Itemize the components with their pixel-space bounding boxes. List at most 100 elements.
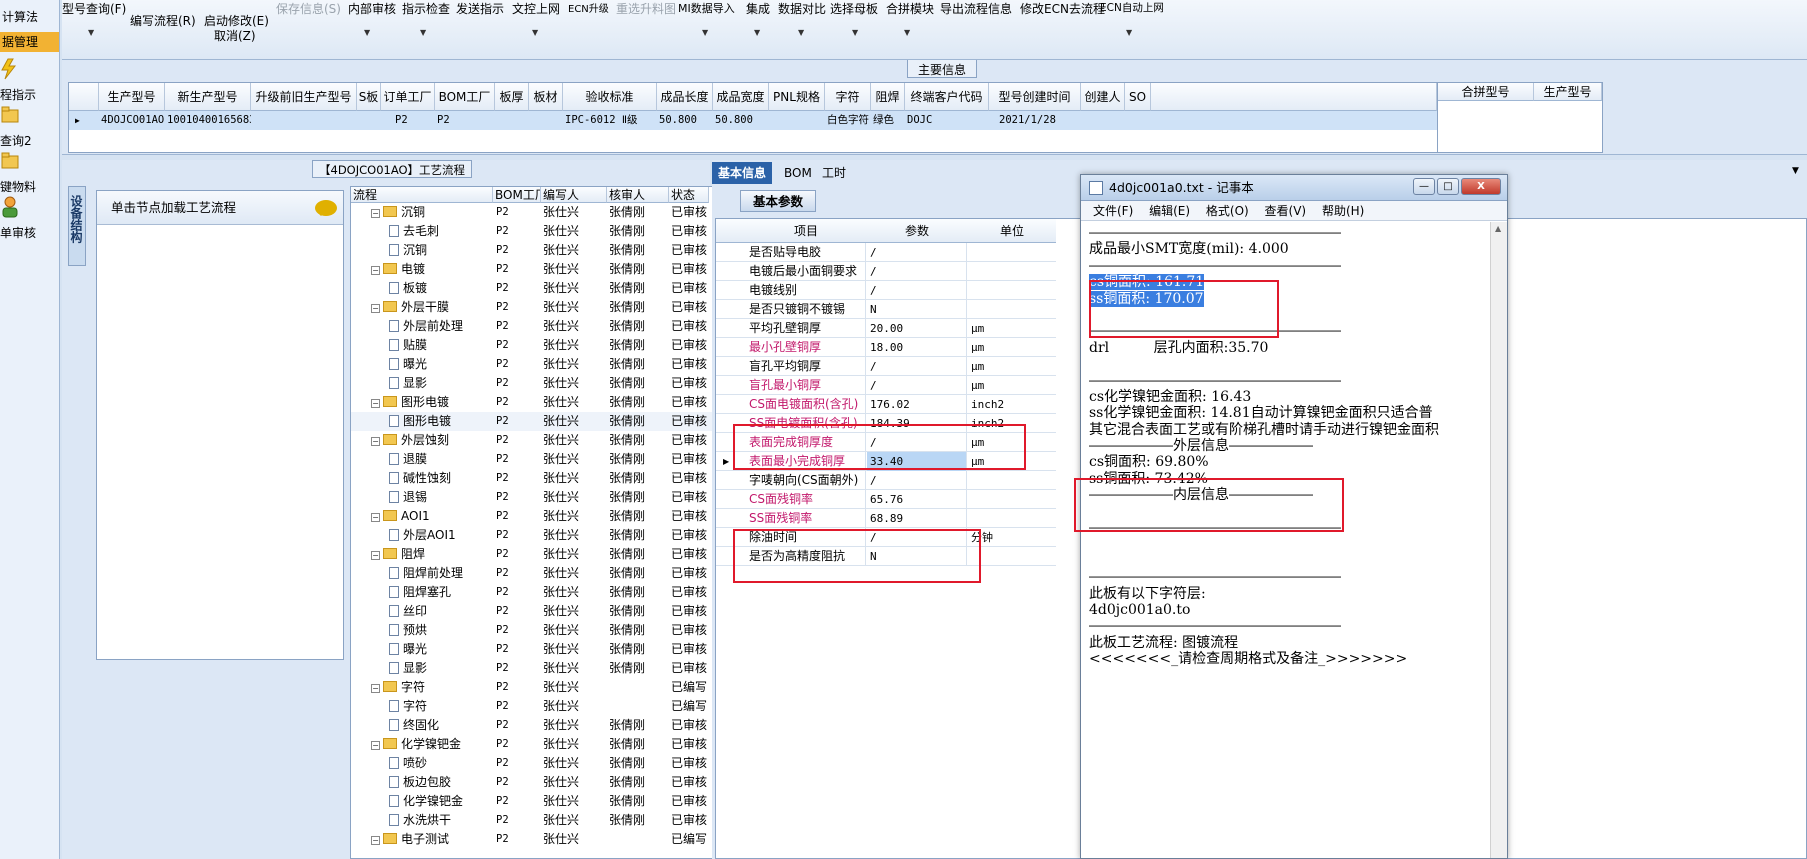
tree-cell-writer[interactable]: 张仕兴 bbox=[543, 583, 605, 602]
tree-cell-factory[interactable]: P2 bbox=[496, 431, 541, 450]
tree-cell-status[interactable]: 已审核 bbox=[671, 621, 709, 640]
tree-cell-status[interactable]: 已审核 bbox=[671, 716, 709, 735]
table-cell[interactable]: 10010400165683 bbox=[165, 111, 251, 130]
column-header[interactable]: 编写人 bbox=[541, 187, 607, 203]
tree-cell-writer[interactable]: 张仕兴 bbox=[543, 241, 605, 260]
collapse-icon[interactable]: − bbox=[371, 209, 380, 218]
tree-node-name[interactable]: − 图形电镀 bbox=[371, 393, 493, 412]
column-header[interactable]: 创建人 bbox=[1081, 83, 1125, 111]
tree-cell-writer[interactable]: 张仕兴 bbox=[543, 469, 605, 488]
tree-row[interactable]: 显影 P2 张仕兴 张倩刚 已审核 bbox=[351, 659, 759, 678]
collapse-icon[interactable]: − bbox=[371, 684, 380, 693]
param-value[interactable]: 184.39 bbox=[867, 414, 967, 433]
param-row[interactable]: 电镀后最小面铜要求 / bbox=[716, 262, 1056, 281]
column-header[interactable]: 生产型号 bbox=[99, 83, 165, 111]
column-header[interactable]: S板 bbox=[357, 83, 381, 111]
tree-node-name[interactable]: 板边包胶 bbox=[389, 773, 493, 792]
chevron-down-icon[interactable]: ▼ bbox=[532, 28, 538, 37]
tree-cell-writer[interactable]: 张仕兴 bbox=[543, 678, 605, 697]
column-header[interactable]: SO bbox=[1125, 83, 1151, 111]
param-value[interactable]: / bbox=[867, 357, 967, 376]
param-value[interactable]: 33.40 bbox=[867, 452, 967, 471]
column-header[interactable]: 板材 bbox=[529, 83, 563, 111]
tree-row[interactable]: − 外层蚀刻 P2 张仕兴 张倩刚 已审核 bbox=[351, 431, 759, 450]
tree-node-name[interactable]: − 阻焊 bbox=[371, 545, 493, 564]
tree-cell-writer[interactable]: 张仕兴 bbox=[543, 659, 605, 678]
column-header[interactable]: 生产型号 bbox=[1534, 83, 1602, 101]
tree-row[interactable]: − 外层干膜 P2 张仕兴 张倩刚 已审核 bbox=[351, 298, 759, 317]
export-process-button[interactable]: 导出流程信息 bbox=[940, 0, 1012, 17]
tree-cell-reviewer[interactable]: 张倩刚 bbox=[609, 773, 667, 792]
collapse-icon[interactable]: − bbox=[371, 513, 380, 522]
tree-row[interactable]: 图形电镀 P2 张仕兴 张倩刚 已审核 bbox=[351, 412, 759, 431]
data-compare-button[interactable]: 数据对比 bbox=[778, 0, 826, 17]
param-value[interactable]: 68.89 bbox=[867, 509, 967, 528]
tree-cell-reviewer[interactable] bbox=[609, 678, 667, 697]
tree-cell-writer[interactable]: 张仕兴 bbox=[543, 507, 605, 526]
tree-cell-factory[interactable]: P2 bbox=[496, 621, 541, 640]
tree-node-name[interactable]: 碱性蚀刻 bbox=[389, 469, 493, 488]
tree-cell-status[interactable]: 已审核 bbox=[671, 260, 709, 279]
tree-row[interactable]: 丝印 P2 张仕兴 张倩刚 已审核 bbox=[351, 602, 759, 621]
tree-cell-status[interactable]: 已审核 bbox=[671, 659, 709, 678]
tree-cell-factory[interactable]: P2 bbox=[496, 450, 541, 469]
tree-node-name[interactable]: 曝光 bbox=[389, 640, 493, 659]
tree-row[interactable]: 曝光 P2 张仕兴 张倩刚 已审核 bbox=[351, 640, 759, 659]
tree-cell-status[interactable]: 已审核 bbox=[671, 203, 709, 222]
tree-row[interactable]: 板边包胶 P2 张仕兴 张倩刚 已审核 bbox=[351, 773, 759, 792]
tree-cell-factory[interactable]: P2 bbox=[496, 678, 541, 697]
tree-node-name[interactable]: − 字符 bbox=[371, 678, 493, 697]
tree-row[interactable]: − 电子测试 P2 张仕兴 已编写 bbox=[351, 830, 759, 849]
menu-format[interactable]: 格式(O) bbox=[1206, 204, 1249, 218]
select-mother-board-button[interactable]: 选择母板 bbox=[830, 0, 878, 17]
tree-cell-reviewer[interactable]: 张倩刚 bbox=[609, 450, 667, 469]
tree-cell-writer[interactable]: 张仕兴 bbox=[543, 222, 605, 241]
tree-node-name[interactable]: − 电子测试 bbox=[371, 830, 493, 849]
param-value[interactable]: N bbox=[867, 547, 967, 566]
param-row[interactable]: 盲孔最小铜厚 / μm bbox=[716, 376, 1056, 395]
chevron-down-icon[interactable]: ▼ bbox=[798, 28, 804, 37]
param-row[interactable]: 盲孔平均铜厚 / μm bbox=[716, 357, 1056, 376]
tree-cell-status[interactable]: 已审核 bbox=[671, 545, 709, 564]
table-cell[interactable]: P2 bbox=[435, 111, 495, 130]
tree-cell-writer[interactable]: 张仕兴 bbox=[543, 754, 605, 773]
tree-row[interactable]: − 沉铜 P2 张仕兴 张倩刚 已审核 bbox=[351, 203, 759, 222]
collapse-icon[interactable]: − bbox=[371, 266, 380, 275]
tree-row[interactable]: 喷砂 P2 张仕兴 张倩刚 已审核 bbox=[351, 754, 759, 773]
tree-row[interactable]: 外层AOI1 P2 张仕兴 张倩刚 已审核 bbox=[351, 526, 759, 545]
column-header[interactable]: 订单工厂 bbox=[381, 83, 435, 111]
tree-cell-status[interactable]: 已审核 bbox=[671, 450, 709, 469]
column-header[interactable]: 单位 bbox=[968, 219, 1056, 243]
ecn-auto-online-button[interactable]: ECN自动上网 bbox=[1100, 0, 1164, 15]
tree-cell-reviewer[interactable]: 张倩刚 bbox=[609, 640, 667, 659]
tree-cell-writer[interactable]: 张仕兴 bbox=[543, 260, 605, 279]
tree-cell-writer[interactable]: 张仕兴 bbox=[543, 450, 605, 469]
tree-node-name[interactable]: 水洗烘干 bbox=[389, 811, 493, 830]
maximize-button[interactable]: □ bbox=[1437, 178, 1459, 195]
tree-cell-status[interactable]: 已审核 bbox=[671, 488, 709, 507]
merge-module-button[interactable]: 合拼模块 bbox=[886, 0, 934, 17]
send-instruction-button[interactable]: 发送指示 bbox=[456, 0, 504, 17]
tree-cell-factory[interactable]: P2 bbox=[496, 279, 541, 298]
tree-cell-factory[interactable]: P2 bbox=[496, 602, 541, 621]
tree-cell-factory[interactable]: P2 bbox=[496, 830, 541, 849]
param-row[interactable]: SS面残铜率 68.89 bbox=[716, 509, 1056, 528]
param-row[interactable]: CS面残铜率 65.76 bbox=[716, 490, 1056, 509]
tree-cell-reviewer[interactable]: 张倩刚 bbox=[609, 659, 667, 678]
tree-cell-writer[interactable]: 张仕兴 bbox=[543, 602, 605, 621]
tree-cell-status[interactable]: 已审核 bbox=[671, 241, 709, 260]
tree-row[interactable]: 字符 P2 张仕兴 已编写 bbox=[351, 697, 759, 716]
tree-row[interactable]: 阻焊塞孔 P2 张仕兴 张倩刚 已审核 bbox=[351, 583, 759, 602]
tree-row[interactable]: 碱性蚀刻 P2 张仕兴 张倩刚 已审核 bbox=[351, 469, 759, 488]
param-value[interactable]: 176.02 bbox=[867, 395, 967, 414]
notepad-window[interactable]: 4d0jc001a0.txt - 记事本 — □ X 文件(F) 编辑(E) 格… bbox=[1080, 174, 1508, 859]
tree-cell-status[interactable]: 已审核 bbox=[671, 393, 709, 412]
tree-cell-status[interactable]: 已编写 bbox=[671, 678, 709, 697]
tree-row[interactable]: 板镀 P2 张仕兴 张倩刚 已审核 bbox=[351, 279, 759, 298]
param-value[interactable]: / bbox=[867, 281, 967, 300]
tree-cell-factory[interactable]: P2 bbox=[496, 336, 541, 355]
tree-cell-writer[interactable]: 张仕兴 bbox=[543, 792, 605, 811]
tree-cell-factory[interactable]: P2 bbox=[496, 754, 541, 773]
column-header[interactable]: 状态 bbox=[669, 187, 709, 203]
tree-node-name[interactable]: 曝光 bbox=[389, 355, 493, 374]
